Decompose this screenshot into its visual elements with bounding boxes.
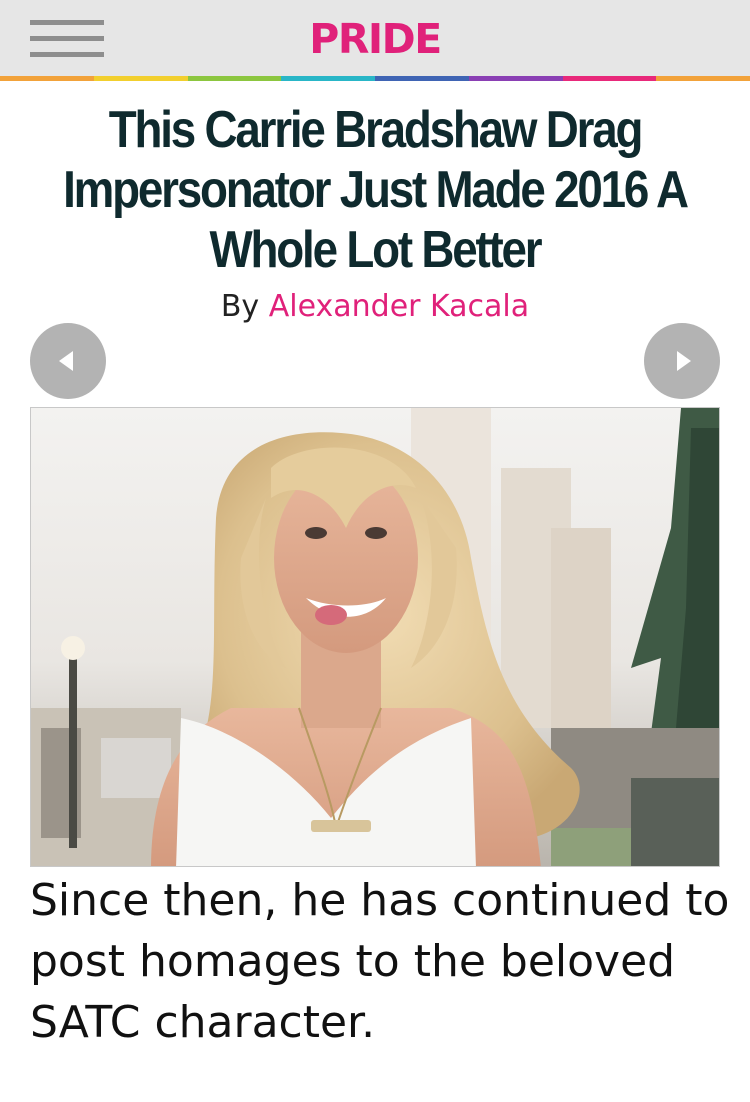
- hamburger-menu-icon-bar: [30, 36, 104, 41]
- rainbow-segment: [93, 76, 188, 81]
- site-header: PRIDE: [0, 0, 750, 78]
- rainbow-segment: [656, 76, 750, 81]
- rainbow-segment: [0, 76, 94, 81]
- rainbow-segment: [562, 76, 657, 81]
- article-title: This Carrie Bradshaw Drag Impersonator J…: [63, 101, 689, 279]
- hamburger-menu-icon: [30, 20, 104, 25]
- chevron-left-icon: [59, 351, 73, 371]
- chevron-right-icon: [677, 351, 691, 371]
- next-slide-button[interactable]: [644, 323, 720, 399]
- site-logo[interactable]: PRIDE: [300, 14, 450, 64]
- rainbow-segment: [187, 76, 282, 81]
- gallery-photo: [30, 407, 720, 867]
- slide-caption: Since then, he has continued to post hom…: [30, 875, 730, 1048]
- rainbow-segment: [468, 76, 563, 81]
- byline: By Alexander Kacala: [0, 287, 750, 327]
- rainbow-segment: [375, 76, 469, 81]
- previous-slide-button[interactable]: [30, 323, 106, 399]
- hamburger-menu-icon-bar: [30, 52, 104, 57]
- byline-prefix: By: [220, 289, 260, 324]
- rainbow-divider: [0, 76, 750, 81]
- menu-button[interactable]: [30, 20, 104, 58]
- rainbow-segment: [281, 76, 375, 81]
- author-link[interactable]: Alexander Kacala: [269, 289, 529, 324]
